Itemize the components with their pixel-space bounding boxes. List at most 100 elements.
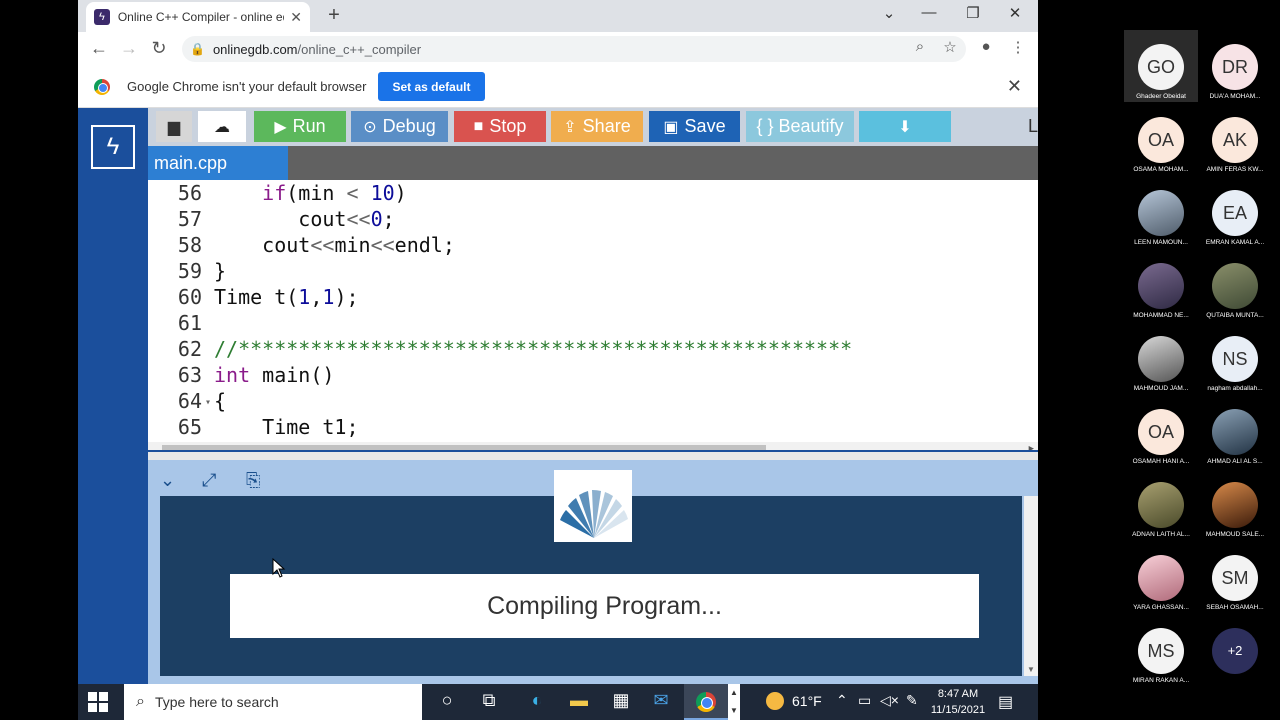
store-icon[interactable]: ▦ xyxy=(608,690,634,714)
expand-icon[interactable]: ⤢ xyxy=(202,470,216,491)
code-line[interactable]: 61 xyxy=(148,310,1038,336)
close-tab-icon[interactable]: ✕ xyxy=(290,9,302,26)
code-line[interactable]: 58 cout<<min<<endl; xyxy=(148,232,1038,258)
participant-tile[interactable]: AHMAD ALI AL S... xyxy=(1198,395,1272,467)
profile-icon[interactable]: ● xyxy=(976,38,996,55)
code-line[interactable]: 60 Time t(1,1); xyxy=(148,284,1038,310)
zoom-icon[interactable]: ⌕ xyxy=(910,38,930,55)
line-number: 60 xyxy=(177,285,202,309)
menu-icon[interactable]: ⋮ xyxy=(1008,38,1028,56)
download-button[interactable]: ⬇ xyxy=(859,111,951,142)
chrome-taskbar-button[interactable] xyxy=(684,684,728,720)
tray-chevron-icon[interactable]: ⌃ xyxy=(836,692,848,709)
stop-button[interactable]: ■ Stop xyxy=(454,111,546,142)
pane-splitter[interactable] xyxy=(148,452,1038,460)
code-token: 0 xyxy=(370,207,383,231)
avatar: GO xyxy=(1138,44,1184,90)
code-line[interactable]: 59} xyxy=(148,258,1038,284)
editor-horizontal-scrollbar[interactable]: ▶ xyxy=(148,442,1038,450)
new-file-button[interactable]: ▆ xyxy=(156,111,192,142)
participant-tile[interactable]: MS MIRAN RAKAN A... xyxy=(1124,614,1198,686)
reload-button[interactable]: ↻ xyxy=(148,38,170,59)
edge-icon[interactable]: ◐ xyxy=(524,690,550,714)
code-token: //**************************************… xyxy=(214,337,853,361)
stop-icon: ■ xyxy=(473,117,484,135)
participant-tile[interactable]: MOHAMMAD NE... xyxy=(1124,249,1198,321)
close-window-button[interactable]: ✕ xyxy=(1000,4,1030,22)
system-clock[interactable]: 8:47 AM 11/15/2021 xyxy=(926,686,990,718)
clipboard-icon[interactable]: ⎘ xyxy=(246,470,260,491)
code-line[interactable]: 65 Time t1; xyxy=(148,414,1038,440)
avatar: MS xyxy=(1138,628,1184,674)
file-explorer-icon[interactable]: ▬ xyxy=(566,690,592,714)
participant-tile[interactable]: MAHMOUD SALE... xyxy=(1198,468,1272,540)
participant-tile[interactable]: GO Ghadeer Obeidat xyxy=(1124,30,1198,102)
participant-tile[interactable]: SM SEBAH OSAMAH... xyxy=(1198,541,1272,613)
save-button[interactable]: ▣ Save xyxy=(649,111,740,142)
taskbar-search-box[interactable]: ⌕ Type here to search xyxy=(124,684,422,720)
onlinegdb-logo-icon[interactable]: ϟ xyxy=(91,125,135,169)
line-number: 59 xyxy=(177,259,202,283)
participant-tile[interactable]: LEEN MAMOUN... xyxy=(1124,176,1198,248)
browser-tab[interactable]: ϟ Online C++ Compiler - online ed ✕ xyxy=(86,2,310,32)
code-line[interactable]: 57 cout<<0; xyxy=(148,206,1038,232)
close-infobar-icon[interactable]: ✕ xyxy=(1007,76,1022,97)
participant-tile[interactable]: MAHMOUD JAM... xyxy=(1124,322,1198,394)
code-line[interactable]: 62 //************************************… xyxy=(148,336,1038,362)
scrollbar-thumb[interactable] xyxy=(162,445,766,450)
collapse-chevron-icon[interactable]: ⌄ xyxy=(160,470,175,491)
participant-tile[interactable]: OA OSAMAH HANI A... xyxy=(1124,395,1198,467)
windows-taskbar: ⌕ Type here to search ○ ⧉ ◐ ▬ ▦ ✉ ▲ ▼ 61°… xyxy=(78,684,1038,720)
scroll-down-icon[interactable]: ▼ xyxy=(1027,665,1035,674)
run-button[interactable]: ▶ Run xyxy=(254,111,346,142)
code-editor[interactable]: 56 if(min < 10) 57 cout<<0; 58 cout<<min<<… xyxy=(148,180,1038,450)
upload-button[interactable]: ☁ xyxy=(198,111,246,142)
fold-toggle-icon[interactable]: ▾ xyxy=(202,390,214,416)
url-host: onlinegdb.com xyxy=(212,41,298,57)
console-vertical-scrollbar[interactable]: ▼ xyxy=(1024,496,1038,676)
set-as-default-button[interactable]: Set as default xyxy=(378,72,485,101)
code-token: (min xyxy=(286,181,347,205)
mail-icon[interactable]: ✉ xyxy=(648,690,674,714)
start-button[interactable] xyxy=(88,692,108,712)
participant-tile[interactable]: NS nagham abdallah... xyxy=(1198,322,1272,394)
minimize-button[interactable]: — xyxy=(914,4,944,21)
debug-button[interactable]: ⊙ Debug xyxy=(351,111,448,142)
participant-tile[interactable]: EA EMRAN KAMAL A... xyxy=(1198,176,1272,248)
bookmark-star-icon[interactable]: ☆ xyxy=(940,38,960,56)
tab-search-icon[interactable]: ⌄ xyxy=(874,4,904,22)
participant-tile[interactable]: ADNAN LAITH AL... xyxy=(1124,468,1198,540)
restore-button[interactable]: ❐ xyxy=(958,4,988,22)
forward-button[interactable]: → xyxy=(118,38,140,59)
browser-window: ϟ Online C++ Compiler - online ed ✕ + ⌄ … xyxy=(78,0,1038,684)
notifications-icon[interactable]: ▤ xyxy=(998,692,1013,712)
file-tab-main[interactable]: main.cpp xyxy=(148,146,288,180)
code-line[interactable]: 64 ▾{ xyxy=(148,388,1038,414)
cortana-icon[interactable]: ○ xyxy=(434,690,460,714)
participant-tile[interactable]: DR DUA'A MOHAM... xyxy=(1198,30,1272,102)
new-tab-button[interactable]: + xyxy=(322,4,346,27)
weather-widget[interactable]: 61°F xyxy=(766,692,822,710)
avatar: DR xyxy=(1212,44,1258,90)
volume-muted-icon[interactable]: ◁× xyxy=(880,692,899,709)
language-selector[interactable]: L xyxy=(1028,116,1038,137)
network-icon[interactable]: ▭ xyxy=(858,692,871,709)
task-view-icon[interactable]: ⧉ xyxy=(476,690,502,714)
participant-tile[interactable]: YARA GHASSAN... xyxy=(1124,541,1198,613)
scroll-right-icon[interactable]: ▶ xyxy=(1029,442,1034,450)
more-participants-button[interactable]: +2 xyxy=(1198,614,1272,686)
code-line[interactable]: 63 int main() xyxy=(148,362,1038,388)
url-field[interactable]: 🔒 onlinegdb.com/online_c++_compiler xyxy=(182,36,966,62)
code-line[interactable]: 56 if(min < 10) xyxy=(148,180,1038,206)
participant-tile[interactable]: OA OSAMA MOHAM... xyxy=(1124,103,1198,175)
back-button[interactable]: ← xyxy=(88,38,110,59)
pen-icon[interactable]: ✎ xyxy=(906,692,918,709)
beautify-button[interactable]: { } Beautify xyxy=(746,111,854,142)
taskbar-scroll[interactable]: ▲ ▼ xyxy=(728,684,740,720)
participant-tile[interactable]: QUTAIBA MUNTA... xyxy=(1198,249,1272,321)
participant-tile[interactable]: AK AMIN FERAS KW... xyxy=(1198,103,1272,175)
share-button[interactable]: ⇪ Share xyxy=(551,111,643,142)
search-placeholder: Type here to search xyxy=(154,694,279,710)
clock-time: 8:47 AM xyxy=(937,688,979,700)
